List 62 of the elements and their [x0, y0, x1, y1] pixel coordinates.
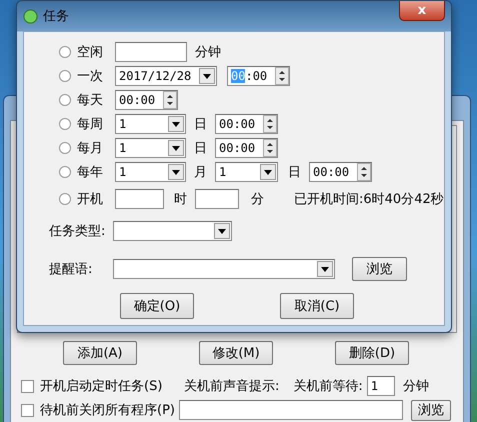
- unit-label: 日: [194, 116, 207, 133]
- browse-button[interactable]: 浏览: [410, 400, 451, 420]
- input-field[interactable]: 1: [366, 376, 395, 396]
- option-label: 每年: [77, 164, 104, 181]
- spinner-icon[interactable]: [263, 139, 277, 157]
- spinner-icon[interactable]: [163, 91, 177, 109]
- dropdown[interactable]: 1: [115, 162, 186, 182]
- unit-label: 日: [194, 140, 207, 157]
- unit-label: 时: [174, 191, 187, 208]
- time-field[interactable]: 00:00: [309, 162, 372, 182]
- dialog-button[interactable]: 确定(O): [120, 293, 194, 319]
- checkbox[interactable]: [21, 380, 34, 392]
- time-field[interactable]: 00:00: [215, 138, 278, 158]
- dropdown[interactable]: 2017/12/28: [115, 66, 217, 86]
- browse-button[interactable]: 浏览: [352, 257, 407, 281]
- checkbox-label: 待机前关闭所有程序(P): [40, 401, 175, 419]
- spinner-icon[interactable]: [357, 163, 371, 181]
- radio-button[interactable]: [59, 142, 71, 154]
- action-button[interactable]: 添加(A): [63, 341, 137, 365]
- dropdown[interactable]: 1: [115, 138, 186, 158]
- radio-button[interactable]: [59, 193, 71, 205]
- task-type-label: 任务类型:: [49, 223, 106, 240]
- time-field[interactable]: 00:00: [115, 90, 178, 110]
- unit-label: 分钟: [195, 44, 221, 61]
- input-field[interactable]: [115, 189, 164, 209]
- dropdown[interactable]: 1: [115, 114, 186, 134]
- dropdown[interactable]: [113, 221, 232, 241]
- radio-button[interactable]: [59, 166, 71, 178]
- checkbox[interactable]: [21, 404, 34, 416]
- option-label: 每天: [77, 92, 104, 109]
- option-label: 空闲: [77, 44, 104, 61]
- dialog-button[interactable]: 取消(C): [280, 293, 354, 319]
- unit-label: 月: [194, 164, 207, 181]
- radio-button[interactable]: [59, 94, 71, 106]
- window-title: 任务: [43, 8, 69, 25]
- input-field[interactable]: [195, 189, 239, 209]
- radio-button[interactable]: [59, 70, 71, 82]
- spinner-icon[interactable]: [263, 115, 277, 133]
- unit-label: 分: [251, 191, 264, 208]
- action-button[interactable]: 删除(D): [335, 341, 409, 365]
- radio-button[interactable]: [59, 118, 71, 130]
- uptime-text: 已开机时间:6时40分42秒: [294, 191, 444, 208]
- input-field[interactable]: [115, 42, 187, 62]
- time-field[interactable]: 00:00: [215, 114, 278, 134]
- radio-button[interactable]: [59, 46, 71, 58]
- wait-label: 关机前等待:: [293, 378, 363, 395]
- app-icon: [23, 8, 38, 24]
- option-label: 每月: [77, 140, 104, 157]
- time-text: 00:00: [231, 69, 268, 83]
- time-field[interactable]: 00:00: [227, 66, 290, 86]
- sound-label: 关机前声音提示:: [184, 378, 280, 395]
- dropdown[interactable]: [113, 259, 335, 279]
- action-button[interactable]: 修改(M): [199, 341, 273, 365]
- option-label: 一次: [77, 68, 104, 85]
- option-label: 每周: [77, 116, 104, 133]
- dropdown[interactable]: 1: [215, 162, 278, 182]
- spinner-icon[interactable]: [275, 67, 289, 85]
- option-label: 开机: [77, 191, 104, 208]
- input-field[interactable]: [178, 400, 403, 420]
- unit-label: 日: [288, 164, 301, 181]
- reminder-label: 提醒语:: [49, 261, 94, 278]
- unit-label: 分钟: [402, 378, 429, 395]
